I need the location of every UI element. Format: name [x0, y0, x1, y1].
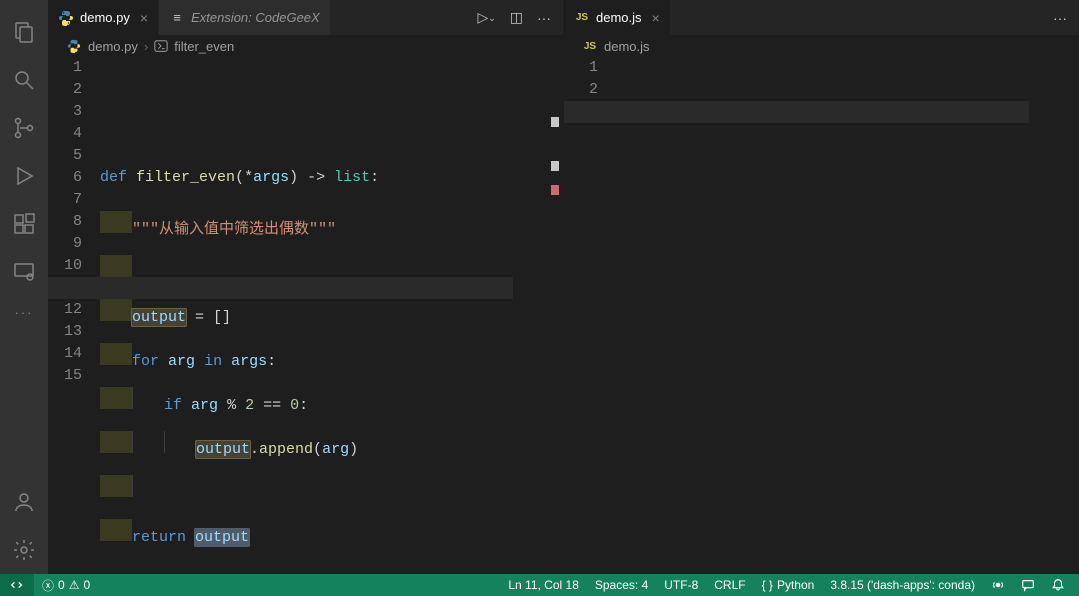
breadcrumb-file[interactable]: JS demo.js	[582, 38, 650, 54]
explorer-icon[interactable]	[0, 8, 48, 56]
code-lines[interactable]: def filter_even(*args) -> list: """从输入值中…	[100, 57, 563, 574]
settings-gear-icon[interactable]	[0, 526, 48, 574]
tab-label: Extension: CodeGeeX	[191, 10, 320, 25]
tab-label: demo.py	[80, 10, 130, 25]
breadcrumbs-left[interactable]: demo.py › filter_even	[48, 35, 563, 57]
breadcrumb-file[interactable]: demo.py	[66, 38, 138, 54]
notifications-bell-icon[interactable]	[1051, 578, 1065, 592]
line-gutter: 123	[564, 57, 616, 574]
breadcrumbs-right[interactable]: JS demo.js	[564, 35, 1079, 57]
status-bar: ⓧ 0 ⚠ 0 Ln 11, Col 18 Spaces: 4 UTF-8 CR…	[0, 574, 1079, 596]
code-area-right[interactable]: 123	[564, 57, 1079, 574]
language-mode[interactable]: { } Python	[762, 578, 815, 592]
feedback-icon[interactable]	[1021, 578, 1035, 592]
tab-demo-js[interactable]: JS demo.js ×	[564, 0, 671, 35]
split-editor-icon[interactable]: ◫	[510, 9, 523, 26]
source-control-icon[interactable]	[0, 104, 48, 152]
code-lines[interactable]	[616, 57, 1079, 574]
more-actions-icon[interactable]: ···	[537, 10, 551, 26]
error-count: 0	[58, 578, 65, 592]
search-icon[interactable]	[0, 56, 48, 104]
python-interpreter[interactable]: 3.8.15 ('dash-apps': conda)	[830, 578, 975, 592]
activity-bar: ···	[0, 0, 48, 574]
braces-icon: { }	[762, 578, 773, 592]
accounts-icon[interactable]	[0, 478, 48, 526]
extension-tab-icon: ≡	[169, 10, 185, 26]
editor-actions-left: ▷⌄ ◫ ···	[465, 0, 563, 35]
go-live-icon[interactable]	[991, 578, 1005, 592]
more-activity-icon[interactable]: ···	[0, 296, 48, 328]
editor-actions-right: ···	[1041, 0, 1079, 35]
tab-extension-codegeex[interactable]: ≡ Extension: CodeGeeX	[159, 0, 331, 35]
run-icon[interactable]: ▷⌄	[477, 9, 495, 26]
run-debug-icon[interactable]	[0, 152, 48, 200]
tabs-row-left: demo.py × ≡ Extension: CodeGeeX ▷⌄ ◫ ···	[48, 0, 563, 35]
close-icon[interactable]: ×	[140, 10, 148, 26]
tab-demo-py[interactable]: demo.py ×	[48, 0, 159, 35]
main-area: ··· demo.py × ≡ Extension:	[0, 0, 1079, 574]
error-count-icon: ⓧ	[42, 577, 54, 594]
remote-indicator[interactable]	[0, 574, 34, 596]
python-file-icon	[58, 10, 74, 26]
more-actions-icon[interactable]: ···	[1053, 10, 1067, 26]
editor-group-left: demo.py × ≡ Extension: CodeGeeX ▷⌄ ◫ ···	[48, 0, 564, 574]
cursor-position[interactable]: Ln 11, Col 18	[508, 578, 579, 592]
eol[interactable]: CRLF	[714, 578, 745, 592]
warning-count-icon: ⚠	[69, 578, 80, 592]
tab-label: demo.js	[596, 10, 642, 25]
javascript-file-icon: JS	[582, 38, 598, 54]
encoding[interactable]: UTF-8	[664, 578, 698, 592]
chevron-right-icon: ›	[144, 39, 148, 54]
editor-groups: demo.py × ≡ Extension: CodeGeeX ▷⌄ ◫ ···	[48, 0, 1079, 574]
extensions-icon[interactable]	[0, 200, 48, 248]
line-gutter: 12345 678910 1112131415	[48, 57, 100, 574]
symbol-function-icon	[154, 39, 168, 53]
indentation[interactable]: Spaces: 4	[595, 578, 648, 592]
javascript-file-icon: JS	[574, 10, 590, 26]
warning-count: 0	[83, 578, 90, 592]
code-area-left[interactable]: 12345 678910 1112131415 def filter_even(…	[48, 57, 563, 574]
breadcrumb-symbol[interactable]: filter_even	[154, 39, 234, 54]
remote-explorer-icon[interactable]	[0, 248, 48, 296]
editor-group-right: JS demo.js × ··· JS demo.js 123	[564, 0, 1079, 574]
close-icon[interactable]: ×	[652, 10, 660, 26]
problems-indicator[interactable]: ⓧ 0 ⚠ 0	[42, 577, 90, 594]
python-file-icon	[66, 38, 82, 54]
tabs-row-right: JS demo.js × ···	[564, 0, 1079, 35]
